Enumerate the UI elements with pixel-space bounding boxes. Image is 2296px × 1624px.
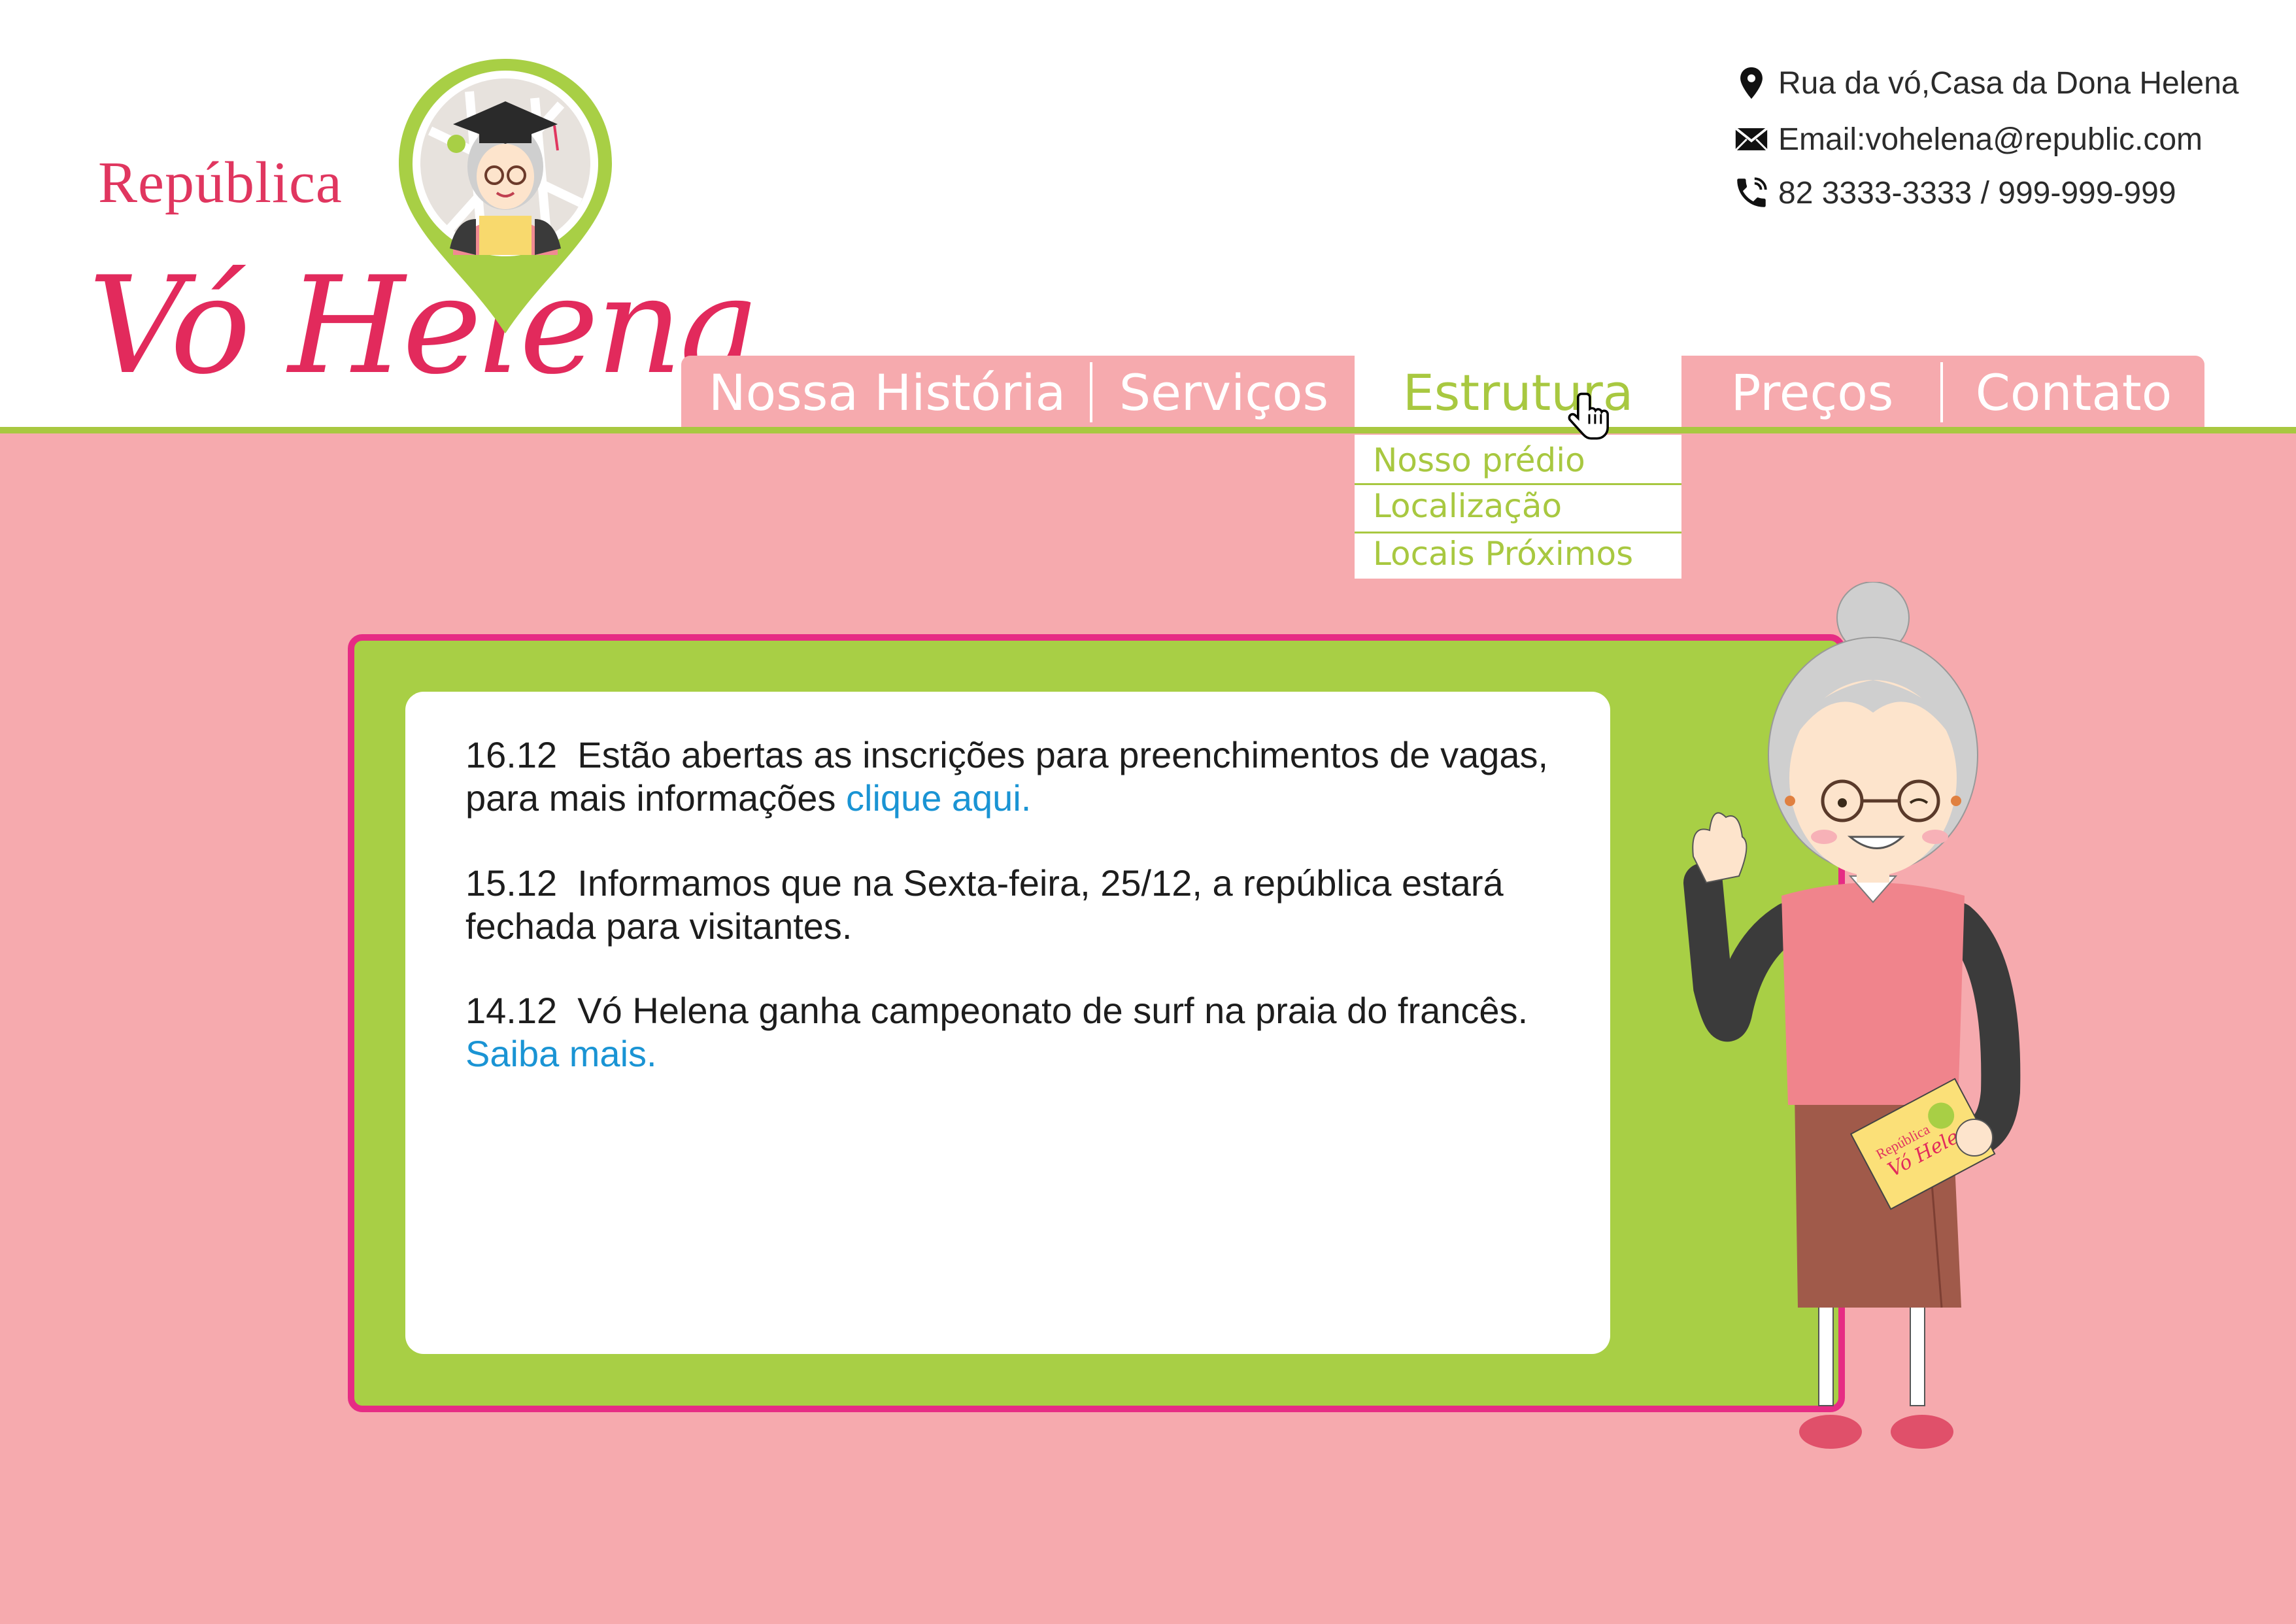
news-item: 14.12 Vó Helena ganha campeonato de surf… <box>465 989 1590 1075</box>
news-text: Informamos que na Sexta-feira, 25/12, a … <box>465 862 1504 947</box>
nav-tab-servicos[interactable]: Serviços <box>1093 356 1355 429</box>
logo-pin-grandma-icon[interactable] <box>391 52 620 340</box>
dropdown-item-localizacao[interactable]: Localização <box>1373 487 1562 525</box>
logo-text-republica[interactable]: República <box>98 149 343 216</box>
page: República Vó Helena Rua da vó,Casa da Do… <box>0 0 2296 1624</box>
nav-tab-precos[interactable]: Preços <box>1681 356 1943 429</box>
contact-phone: 82 3333-3333 / 999-999-999 <box>1778 175 2176 211</box>
contact-email[interactable]: Email:vohelena@republic.com <box>1778 122 2203 158</box>
estrutura-dropdown-menu: Nosso prédio Localização Locais Próximos <box>1355 435 1681 579</box>
contact-address-row: Rua da vó,Casa da Dona Helena <box>1732 60 2238 106</box>
news-link-saiba-mais[interactable]: Saiba mais. <box>465 1033 657 1074</box>
news-item: 15.12 Informamos que na Sexta-feira, 25/… <box>465 862 1590 948</box>
nav-underline <box>0 427 2296 433</box>
nav-tab-label: Preços <box>1730 363 1894 422</box>
contact-address: Rua da vó,Casa da Dona Helena <box>1778 65 2239 101</box>
dropdown-item-nosso-predio[interactable]: Nosso prédio <box>1373 441 1585 479</box>
news-link-clique-aqui[interactable]: clique aqui. <box>846 777 1031 819</box>
nav-tab-contato[interactable]: Contato <box>1943 356 2204 429</box>
nav-tab-label: Serviços <box>1119 363 1329 422</box>
grandma-illustration: República Vó Hele <box>1683 582 2021 1449</box>
envelope-icon <box>1734 127 1768 151</box>
news-date: 16.12 <box>465 734 558 775</box>
contact-phone-row: 82 3333-3333 / 999-999-999 <box>1732 170 2176 216</box>
dropdown-divider <box>1355 532 1681 533</box>
hand-cursor-icon <box>1568 392 1609 440</box>
news-date: 14.12 <box>465 990 558 1031</box>
phone-icon <box>1737 177 1767 207</box>
nav-tab-label: Contato <box>1975 363 2172 422</box>
nav-tab-estrutura[interactable]: Estrutura <box>1355 356 1681 429</box>
dropdown-divider <box>1355 483 1681 485</box>
news-date: 15.12 <box>465 862 558 904</box>
nav-tab-label: Nossa História <box>708 363 1066 422</box>
nav-tab-nossa-historia[interactable]: Nossa História <box>681 356 1093 429</box>
contact-email-row: Email:vohelena@republic.com <box>1732 116 2203 162</box>
news-item: 16.12 Estão abertas as inscrições para p… <box>465 734 1590 820</box>
location-pin-icon <box>1740 67 1763 99</box>
news-text: Vó Helena ganha campeonato de surf na pr… <box>577 990 1528 1031</box>
nav-separator <box>1090 362 1092 422</box>
main-nav: Nossa História Serviços Estrutura Preços… <box>681 356 2204 429</box>
dropdown-item-locais-proximos[interactable]: Locais Próximos <box>1373 535 1633 573</box>
